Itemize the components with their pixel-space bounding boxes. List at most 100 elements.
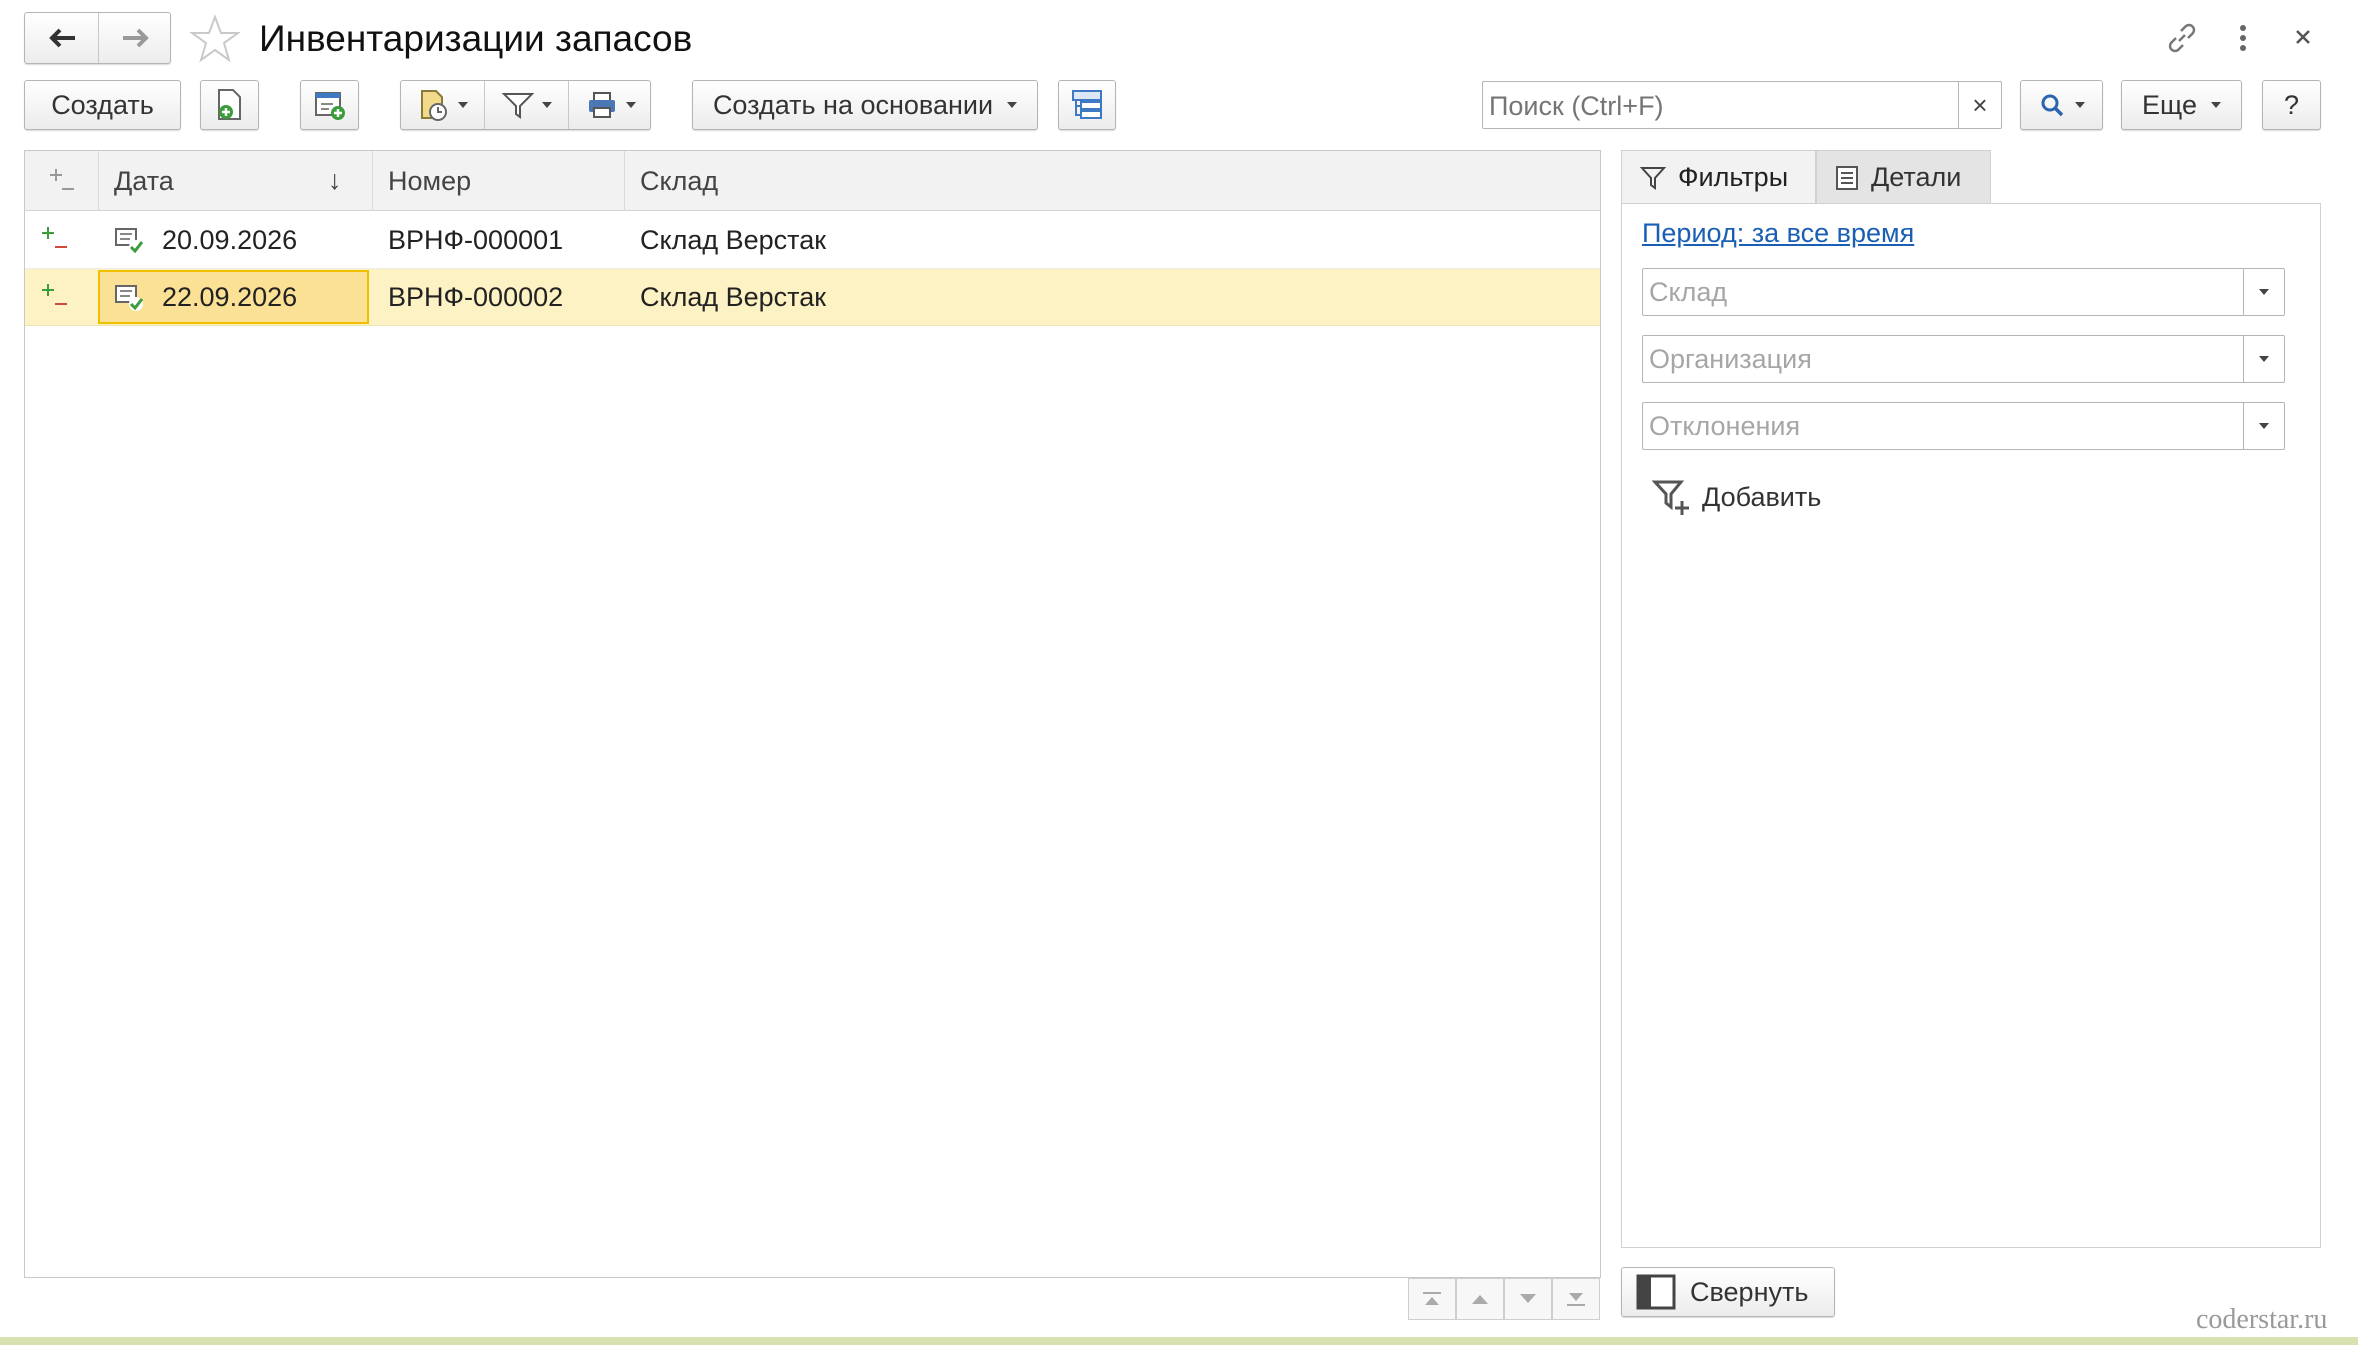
cell-date: 22.09.2026 — [162, 282, 298, 312]
close-window-button[interactable] — [2286, 20, 2320, 54]
help-button-label: ? — [2283, 89, 2300, 120]
column-header-date[interactable]: Дата ↓ — [99, 151, 373, 211]
filter-dropdown-button[interactable] — [485, 81, 569, 129]
chevron-down-icon — [541, 102, 552, 108]
document-posted-icon — [115, 228, 144, 254]
more-menu-button[interactable] — [2228, 18, 2258, 58]
table-row-selected[interactable]: 22.09.2026 ВРНФ-000002 Склад Верстак — [25, 269, 1600, 326]
calendar-clock-icon — [420, 90, 447, 121]
scroll-down-button[interactable] — [1504, 1278, 1552, 1320]
more-button-label: Еще — [2142, 89, 2197, 120]
organization-filter-placeholder: Организация — [1649, 343, 1812, 374]
create-group-button[interactable] — [300, 80, 359, 130]
chevron-down-icon — [1007, 102, 1018, 108]
add-filter-label: Добавить — [1702, 481, 1822, 512]
cell-number: ВРНФ-000001 — [388, 225, 564, 255]
back-button[interactable] — [25, 13, 99, 63]
cell-warehouse: Склад Верстак — [640, 282, 827, 312]
toolbar-button-group — [400, 80, 651, 130]
kebab-icon — [2240, 25, 2246, 51]
filter-add-icon — [1652, 480, 1689, 515]
organization-filter-dropdown[interactable] — [2243, 336, 2284, 382]
search-icon — [2041, 94, 2063, 117]
column-header-warehouse[interactable]: Склад — [625, 151, 1600, 211]
warehouse-filter-dropdown[interactable] — [2243, 269, 2284, 315]
documents-table: Дата ↓ Номер Склад 20.09.2026 ВРНФ-00000… — [24, 150, 1601, 1278]
chevron-down-icon — [625, 102, 636, 108]
bottom-border — [0, 1337, 2358, 1345]
page-title: Инвентаризации запасов — [259, 18, 693, 59]
chevron-down-icon — [2074, 102, 2085, 108]
table-row[interactable]: 20.09.2026 ВРНФ-000001 Склад Верстак — [25, 212, 1600, 269]
create-copy-button[interactable] — [200, 80, 259, 130]
panel-collapse-icon — [1636, 1274, 1676, 1310]
period-link[interactable]: Период: за все время — [1642, 218, 1914, 249]
arrow-left-icon — [48, 28, 75, 48]
warehouse-filter-field[interactable]: Склад — [1642, 268, 2285, 316]
print-button[interactable] — [569, 81, 652, 129]
tab-details[interactable]: Детали — [1816, 150, 1991, 204]
link-button[interactable] — [2162, 18, 2202, 58]
search-box: × — [1482, 81, 2002, 130]
deviations-filter-dropdown[interactable] — [2243, 403, 2284, 449]
tab-filters[interactable]: Фильтры — [1621, 150, 1816, 204]
chevron-down-icon — [2210, 102, 2221, 108]
scroll-to-top-button[interactable] — [1408, 1278, 1456, 1320]
document-posted-icon — [115, 285, 144, 311]
scroll-to-bottom-button[interactable] — [1552, 1278, 1600, 1320]
tab-filters-label: Фильтры — [1678, 162, 1789, 192]
link-icon — [2168, 23, 2196, 53]
expand-all-toggle[interactable] — [25, 151, 99, 211]
tab-details-label: Детали — [1871, 162, 1962, 192]
create-button-label: Создать — [51, 89, 154, 120]
chevron-down-icon — [2259, 356, 2269, 362]
chevron-down-icon — [457, 102, 468, 108]
posted-status-icon — [42, 284, 67, 305]
table-header: Дата ↓ Номер Склад — [25, 151, 1600, 211]
nav-buttons — [24, 12, 171, 64]
cell-warehouse: Склад Верстак — [640, 225, 827, 255]
warehouse-filter-placeholder: Склад — [1649, 276, 1728, 307]
organization-filter-field[interactable]: Организация — [1642, 335, 2285, 383]
search-clear-button[interactable]: × — [1958, 82, 2001, 128]
arrow-down-icon — [1520, 1294, 1536, 1303]
favorite-star-button[interactable] — [188, 14, 242, 64]
add-filter-button[interactable]: Добавить — [1652, 472, 1821, 522]
plus-minus-icon — [49, 169, 74, 190]
search-input[interactable] — [1487, 82, 1941, 130]
filter-icon — [501, 93, 534, 119]
scroll-up-button[interactable] — [1456, 1278, 1504, 1320]
star-icon — [188, 14, 242, 63]
structure-button[interactable] — [1058, 80, 1116, 130]
watermark: coderstar.ru — [2196, 1304, 2328, 1335]
create-based-on-button[interactable]: Создать на основании — [692, 80, 1038, 130]
cell-number: ВРНФ-000002 — [388, 282, 564, 312]
chevron-down-icon — [2259, 423, 2269, 429]
forward-button[interactable] — [99, 13, 172, 63]
last-page-icon — [1567, 1293, 1585, 1306]
column-header-warehouse-label: Склад — [640, 166, 719, 196]
close-icon — [2296, 30, 2310, 44]
more-button[interactable]: Еще — [2121, 80, 2242, 130]
create-button[interactable]: Создать — [24, 80, 181, 130]
hierarchy-icon — [1072, 90, 1102, 119]
document-add-icon — [217, 89, 241, 120]
collapse-panel-label: Свернуть — [1690, 1276, 1809, 1307]
list-icon — [1836, 165, 1858, 190]
chevron-down-icon — [2259, 289, 2269, 295]
column-header-number[interactable]: Номер — [373, 151, 625, 211]
arrow-up-icon — [1472, 1295, 1488, 1304]
column-header-number-label: Номер — [388, 166, 472, 196]
clear-icon: × — [1972, 89, 1988, 120]
form-add-icon — [314, 92, 345, 120]
posted-status-icon — [42, 227, 67, 248]
deviations-filter-placeholder: Отклонения — [1649, 410, 1801, 441]
sort-descending-icon: ↓ — [328, 165, 342, 195]
cell-date: 20.09.2026 — [162, 225, 298, 255]
search-options-button[interactable] — [2020, 80, 2103, 130]
help-button[interactable]: ? — [2262, 80, 2321, 130]
deviations-filter-field[interactable]: Отклонения — [1642, 402, 2285, 450]
collapse-panel-button[interactable]: Свернуть — [1621, 1267, 1835, 1317]
period-button[interactable] — [401, 81, 485, 129]
filters-panel: Период: за все время Склад Организация О… — [1621, 203, 2321, 1248]
